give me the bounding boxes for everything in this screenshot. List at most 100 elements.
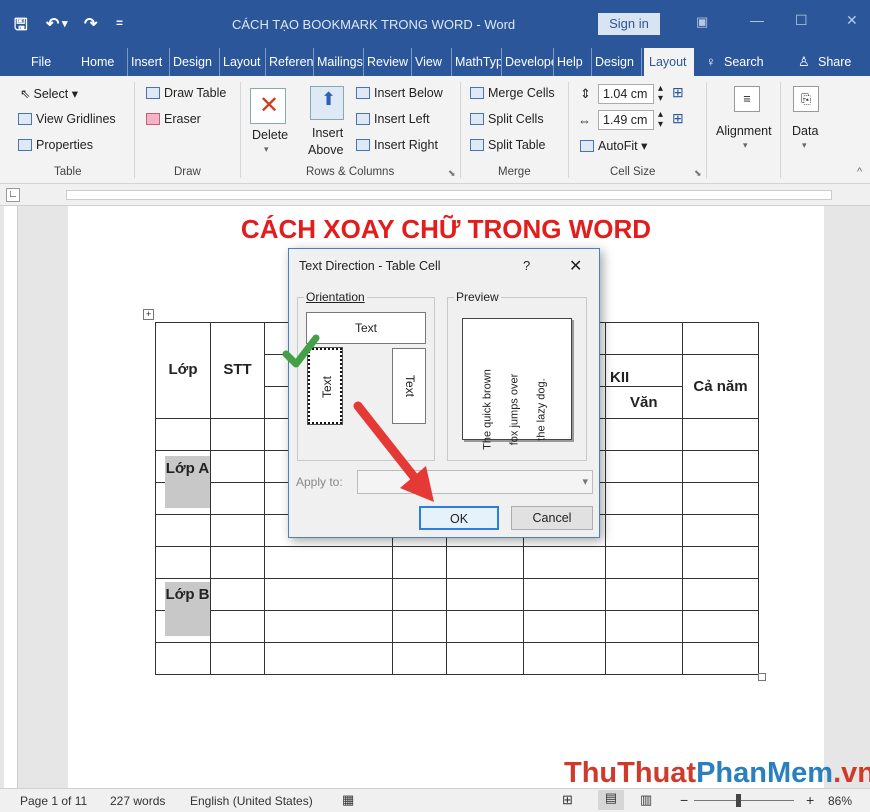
cell-size-launcher-icon[interactable]: ⬊ <box>694 168 702 179</box>
word-count[interactable]: 227 words <box>110 794 165 808</box>
table-cell[interactable] <box>682 322 759 355</box>
table-cell[interactable] <box>155 418 211 451</box>
vertical-ruler[interactable] <box>4 206 18 788</box>
table-cell[interactable] <box>210 642 265 675</box>
table-cell[interactable] <box>210 610 265 643</box>
row-height-input[interactable]: 1.04 cm <box>598 84 654 104</box>
zoom-in-button[interactable]: + <box>806 792 814 808</box>
table-move-handle-icon[interactable]: + <box>143 309 154 320</box>
collapse-ribbon-icon[interactable]: ^ <box>857 166 862 178</box>
zoom-slider-thumb[interactable] <box>736 794 741 807</box>
insert-right-button[interactable]: Insert Right <box>356 138 438 152</box>
table-header-cell[interactable]: STT <box>210 322 265 419</box>
undo-icon[interactable]: ↶ <box>46 14 59 34</box>
table-cell[interactable] <box>682 642 759 675</box>
tab-layout[interactable]: Layout <box>220 48 266 76</box>
merge-cells-button[interactable]: Merge Cells <box>470 86 555 100</box>
alignment-button[interactable]: Alignment <box>716 124 772 138</box>
table-cell[interactable] <box>446 610 524 643</box>
table-cell[interactable] <box>264 610 393 643</box>
sign-in-button[interactable]: Sign in <box>598 13 660 35</box>
rows-columns-launcher-icon[interactable]: ⬊ <box>448 168 456 179</box>
table-cell[interactable] <box>682 418 759 451</box>
table-header-cell[interactable]: Lớp <box>155 322 211 419</box>
table-cell[interactable] <box>210 546 265 579</box>
table-cell[interactable] <box>605 514 683 547</box>
horizontal-ruler[interactable]: ∟ <box>0 184 870 206</box>
zoom-out-button[interactable]: − <box>680 792 688 808</box>
table-cell[interactable] <box>682 578 759 611</box>
maximize-icon[interactable]: ☐ <box>795 12 808 29</box>
read-mode-icon[interactable]: ⊞ <box>562 792 573 808</box>
customize-toolbar-icon[interactable]: = <box>116 16 123 30</box>
save-icon[interactable]: 🖫 <box>14 14 28 41</box>
table-header-cell[interactable]: Văn <box>605 386 683 419</box>
page-count[interactable]: Page 1 of 11 <box>20 794 87 808</box>
table-cell[interactable] <box>210 482 265 515</box>
table-cell[interactable] <box>605 546 683 579</box>
table-header-cell[interactable]: KII <box>605 354 683 387</box>
table-cell[interactable] <box>682 610 759 643</box>
table-cell[interactable] <box>605 450 683 483</box>
insert-left-button[interactable]: Insert Left <box>356 112 430 126</box>
table-cell[interactable] <box>210 514 265 547</box>
draw-table-button[interactable]: Draw Table <box>146 86 226 100</box>
table-cell[interactable] <box>523 578 606 611</box>
minimize-icon[interactable]: — <box>750 12 764 28</box>
table-cell[interactable] <box>446 578 524 611</box>
table-cell[interactable] <box>155 546 211 579</box>
table-cell[interactable] <box>392 610 447 643</box>
table-cell[interactable] <box>392 546 447 579</box>
table-cell[interactable] <box>523 610 606 643</box>
close-window-icon[interactable]: ✕ <box>846 12 858 29</box>
table-cell[interactable] <box>446 642 524 675</box>
table-cell[interactable] <box>264 578 393 611</box>
table-cell[interactable] <box>605 642 683 675</box>
table-cell[interactable] <box>682 514 759 547</box>
tab-home[interactable]: Home <box>78 48 128 76</box>
table-cell[interactable] <box>523 546 606 579</box>
insert-above-label-1[interactable]: Insert <box>312 126 343 140</box>
distribute-rows-icon[interactable]: ⊞ <box>672 84 684 101</box>
view-gridlines-button[interactable]: View Gridlines <box>18 112 116 126</box>
help-button[interactable]: ? <box>523 258 530 273</box>
column-width-input[interactable]: 1.49 cm <box>598 110 654 130</box>
table-cell[interactable] <box>264 546 393 579</box>
data-dropdown-icon[interactable]: ▾ <box>802 140 807 151</box>
table-cell[interactable] <box>605 610 683 643</box>
tab-help[interactable]: Help <box>554 48 592 76</box>
table-resize-handle[interactable] <box>758 673 766 681</box>
table-cell[interactable] <box>605 418 683 451</box>
table-cell[interactable] <box>392 578 447 611</box>
web-layout-icon[interactable]: ▥ <box>640 792 652 808</box>
insert-below-button[interactable]: Insert Below <box>356 86 443 100</box>
undo-dropdown-icon[interactable]: ▾ <box>62 17 68 30</box>
tab-insert[interactable]: Insert <box>128 48 170 76</box>
table-cell[interactable] <box>155 514 211 547</box>
data-button[interactable]: Data <box>792 124 818 138</box>
table-cell[interactable] <box>605 482 683 515</box>
tab-selector-icon[interactable]: ∟ <box>6 188 20 202</box>
tell-me-search[interactable]: Search <box>724 55 764 69</box>
table-cell[interactable] <box>210 450 265 483</box>
tab-references[interactable]: References <box>266 48 314 76</box>
autofit-button[interactable]: AutoFit ▾ <box>580 138 647 153</box>
split-cells-button[interactable]: Split Cells <box>470 112 544 126</box>
eraser-button[interactable]: Eraser <box>146 112 201 126</box>
tab-developer[interactable]: Developer <box>502 48 554 76</box>
table-cell[interactable] <box>446 546 524 579</box>
column-width-spinner-icon[interactable]: ▴ ▾ <box>658 110 663 130</box>
table-cell[interactable] <box>605 578 683 611</box>
tab-mathtype[interactable]: MathType <box>452 48 502 76</box>
tab-design[interactable]: Design <box>170 48 220 76</box>
tab-review[interactable]: Review <box>364 48 412 76</box>
delete-button[interactable]: Delete <box>252 128 288 142</box>
proofing-icon[interactable]: ▦ <box>342 792 354 808</box>
distribute-columns-icon[interactable]: ⊞ <box>672 110 684 127</box>
table-cell[interactable] <box>210 418 265 451</box>
properties-button[interactable]: Properties <box>18 138 93 152</box>
ribbon-display-icon[interactable]: ▣ <box>696 14 708 30</box>
tab-mailings[interactable]: Mailings <box>314 48 364 76</box>
tab-file[interactable]: File <box>28 48 62 76</box>
select-button[interactable]: ⇖ Select ▾ <box>20 86 78 101</box>
